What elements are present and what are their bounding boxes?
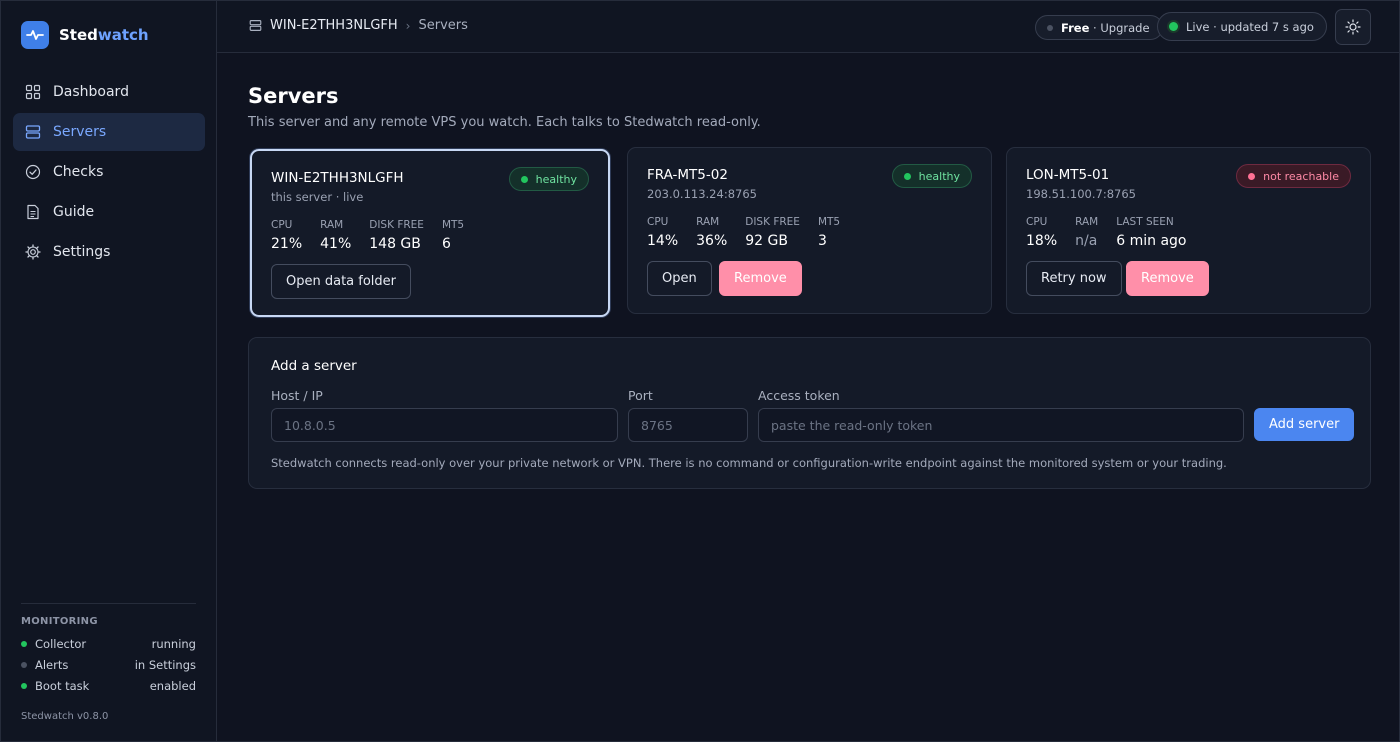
read-only-note: Stedwatch connects read-only over your p…: [271, 456, 1227, 470]
app-window: Stedwatch Dashboard Servers Checks Guide…: [0, 0, 1400, 742]
pulse-icon: [21, 21, 49, 49]
monitoring-row-alerts: Alerts in Settings: [21, 654, 196, 675]
metric-cpu: CPU 14%: [647, 216, 679, 249]
gear-icon: [25, 244, 41, 260]
sidebar-item-checks[interactable]: Checks: [13, 153, 205, 191]
app-version: Stedwatch v0.8.0: [21, 711, 109, 722]
server-card-lon[interactable]: LON-MT5-01 198.51.100.7:8765 not reachab…: [1006, 147, 1371, 314]
grid-icon: [25, 84, 41, 100]
topbar: WIN-E2THH3NLGFH › Servers Free · Upgrade…: [217, 1, 1399, 53]
open-server-button[interactable]: Open: [647, 261, 712, 296]
token-input[interactable]: [758, 408, 1244, 442]
metric-mt5: MT5 6: [441, 219, 465, 252]
sidebar-item-label: Checks: [53, 164, 104, 180]
monitoring-label: Alerts: [35, 657, 69, 672]
status-dot: [1248, 172, 1256, 180]
sidebar-nav: Dashboard Servers Checks Guide Settings: [13, 73, 205, 273]
sidebar-item-label: Settings: [53, 244, 111, 260]
add-server-button[interactable]: Add server: [1254, 408, 1355, 441]
sidebar: Stedwatch Dashboard Servers Checks Guide…: [1, 1, 217, 741]
metric-cpu: CPU 21%: [271, 219, 303, 252]
sidebar-item-label: Servers: [53, 124, 107, 140]
metric-ram: RAM n/a: [1075, 216, 1099, 249]
retry-now-button[interactable]: Retry now: [1026, 261, 1122, 296]
status-text: healthy: [535, 172, 577, 186]
monitoring-row-boot-task: Boot task enabled: [21, 675, 196, 696]
open-data-folder-button[interactable]: Open data folder: [271, 264, 412, 299]
server-card-fra[interactable]: FRA-MT5-02 203.0.113.24:8765 healthy CPU…: [627, 147, 992, 314]
status-dot: [21, 682, 27, 689]
token-label: Access token: [758, 388, 840, 403]
server-icon: [249, 19, 262, 32]
status-dot: [21, 661, 27, 668]
metric-ram: RAM 36%: [696, 216, 728, 249]
add-server-panel: Add a server Host / IP Port Access token…: [248, 337, 1371, 489]
status-dot: [21, 640, 27, 647]
status-dot: [520, 175, 528, 183]
sidebar-item-servers[interactable]: Servers: [13, 113, 205, 151]
port-input[interactable]: [628, 408, 748, 442]
sidebar-item-label: Guide: [53, 204, 95, 220]
port-label: Port: [628, 388, 653, 403]
server-metrics: CPU 14% RAM 36% DISK FREE 92 GB MT5 3: [647, 216, 840, 249]
monitoring-panel: MONITORING Collector running Alerts in S…: [21, 603, 196, 696]
live-dot: [1169, 22, 1178, 31]
brand[interactable]: Stedwatch: [21, 21, 149, 49]
sun-icon: [1345, 19, 1361, 35]
host-label: Host / IP: [271, 388, 323, 403]
metric-last-seen: LAST SEEN 6 min ago: [1116, 216, 1187, 249]
status-text: not reachable: [1263, 169, 1339, 183]
monitoring-value: enabled: [149, 678, 196, 693]
breadcrumb-page: Servers: [418, 18, 468, 33]
remove-server-button[interactable]: Remove: [719, 261, 802, 296]
monitoring-value: in Settings: [134, 657, 196, 672]
monitoring-row-collector: Collector running: [21, 633, 196, 654]
brand-name: Stedwatch: [59, 26, 149, 44]
plan-text: Free · Upgrade: [1061, 20, 1150, 35]
server-name: WIN-E2THH3NLGFH: [271, 170, 404, 186]
monitoring-label: Collector: [35, 636, 87, 651]
status-badge: healthy: [891, 164, 972, 188]
sidebar-item-settings[interactable]: Settings: [13, 233, 205, 271]
status-dot: [1047, 24, 1053, 31]
document-icon: [25, 204, 41, 220]
status-badge: healthy: [508, 167, 589, 191]
live-status-text: Live · updated 7 s ago: [1186, 19, 1314, 34]
breadcrumb-host[interactable]: WIN-E2THH3NLGFH: [270, 18, 398, 33]
status-text: healthy: [918, 169, 960, 183]
breadcrumb: WIN-E2THH3NLGFH › Servers: [249, 18, 468, 33]
sidebar-item-dashboard[interactable]: Dashboard: [13, 73, 205, 111]
monitoring-label: Boot task: [35, 678, 90, 693]
server-name: FRA-MT5-02: [647, 167, 728, 183]
server-card-local[interactable]: WIN-E2THH3NLGFH this server · live healt…: [250, 149, 610, 317]
breadcrumb-separator: ›: [405, 18, 411, 33]
metric-mt5: MT5 3: [817, 216, 841, 249]
page-title: Servers: [248, 84, 339, 108]
server-metrics: CPU 21% RAM 41% DISK FREE 148 GB MT5 6: [271, 219, 464, 252]
host-input[interactable]: [271, 408, 618, 442]
server-address: 198.51.100.7:8765: [1026, 187, 1136, 201]
plan-upgrade-pill[interactable]: Free · Upgrade: [1035, 15, 1163, 40]
status-dot: [903, 172, 911, 180]
server-address: 203.0.113.24:8765: [647, 187, 757, 201]
sidebar-item-guide[interactable]: Guide: [13, 193, 205, 231]
server-icon: [25, 124, 41, 140]
check-circle-icon: [25, 164, 41, 180]
monitoring-value: running: [151, 636, 196, 651]
page-subtitle: This server and any remote VPS you watch…: [248, 115, 761, 130]
theme-toggle-button[interactable]: [1335, 9, 1371, 45]
server-metrics: CPU 18% RAM n/a LAST SEEN 6 min ago: [1026, 216, 1187, 249]
remove-server-button[interactable]: Remove: [1126, 261, 1209, 296]
metric-cpu: CPU 18%: [1026, 216, 1058, 249]
live-status-pill: Live · updated 7 s ago: [1157, 12, 1327, 41]
status-badge: not reachable: [1236, 164, 1351, 188]
server-name: LON-MT5-01: [1026, 167, 1110, 183]
metric-ram: RAM 41%: [320, 219, 352, 252]
add-server-title: Add a server: [271, 358, 357, 374]
server-subtitle: this server · live: [271, 190, 364, 204]
monitoring-title: MONITORING: [21, 616, 98, 627]
metric-disk-free: DISK FREE 148 GB: [369, 219, 424, 252]
metric-disk-free: DISK FREE 92 GB: [745, 216, 800, 249]
sidebar-item-label: Dashboard: [53, 84, 129, 100]
